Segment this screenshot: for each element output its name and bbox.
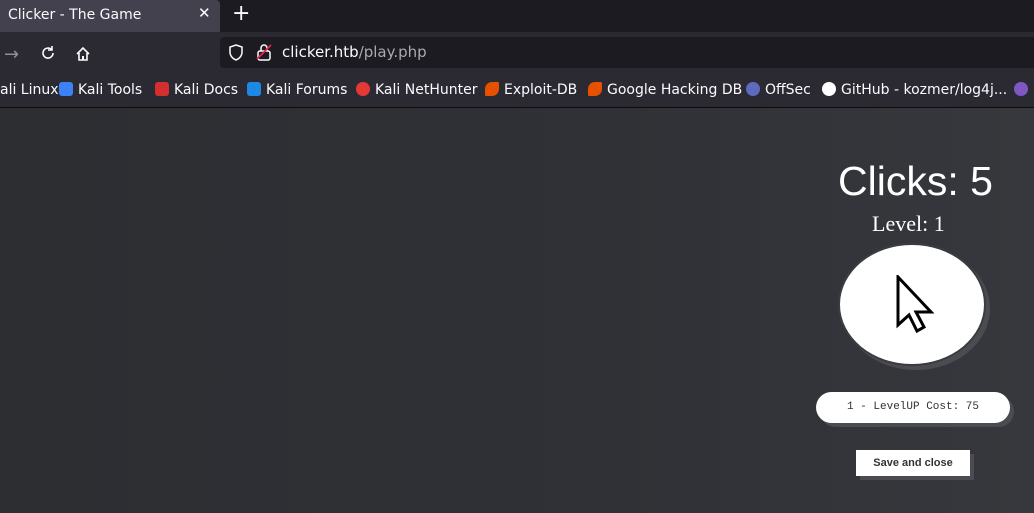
level-display: Level: 1	[872, 211, 945, 236]
bookmark-overflow-icon[interactable]	[1014, 81, 1033, 99]
bookmark-label: OffSec	[765, 82, 811, 98]
bookmark-github[interactable]: GitHub - kozmer/log4j...	[822, 81, 1007, 99]
levelup-button[interactable]: 1 - LevelUP Cost: 75	[816, 392, 1010, 423]
bookmark-label: Google Hacking DB	[607, 82, 743, 98]
bookmark-offsec[interactable]: OffSec	[746, 81, 811, 99]
bookmark-label: Kali Forums	[266, 82, 348, 98]
bookmark-google-hacking-db[interactable]: Google Hacking DB	[588, 81, 742, 99]
home-icon[interactable]	[75, 46, 91, 67]
shield-icon[interactable]	[228, 44, 244, 65]
bookmark-label: Kali Docs	[174, 82, 239, 98]
tab-active[interactable]: Clicker - The Game ✕	[0, 0, 220, 32]
bookmark-label: Kali Tools	[78, 82, 143, 98]
google-hacking-db-icon	[588, 82, 602, 96]
bookmark-kali-docs[interactable]: Kali Docs	[155, 81, 238, 99]
kali-forums-icon	[247, 82, 261, 96]
save-and-close-button[interactable]: Save and close	[856, 450, 970, 476]
kali-tools-icon	[59, 82, 73, 96]
clicks-counter: Clicks: 5	[838, 158, 993, 204]
offsec-icon	[746, 82, 760, 96]
click-button[interactable]	[838, 243, 986, 366]
game-page: Clicks: 5 Level: 1 1 - LevelUP Cost: 75 …	[0, 108, 1034, 513]
forward-icon[interactable]: →	[4, 45, 19, 65]
url-host: clicker.htb	[282, 43, 359, 61]
bookmark-label: ali Linux	[0, 82, 59, 98]
close-icon[interactable]: ✕	[198, 4, 211, 22]
tab-bar: Clicker - The Game ✕ +	[0, 0, 1034, 32]
url-bar[interactable]: clicker.htb/play.php	[220, 37, 1034, 68]
exploit-db-icon	[485, 82, 499, 96]
bookmark-kali-linux[interactable]: ali Linux	[0, 81, 59, 99]
new-tab-icon[interactable]: +	[232, 2, 250, 26]
bookmark-kali-forums[interactable]: Kali Forums	[247, 81, 347, 99]
tab-title: Clicker - The Game	[8, 7, 142, 23]
kali-docs-icon	[155, 82, 169, 96]
reload-icon[interactable]	[40, 45, 56, 66]
kali-dragon-icon	[1014, 82, 1028, 96]
url-text[interactable]: clicker.htb/play.php	[282, 43, 427, 61]
insecure-lock-icon[interactable]	[256, 43, 272, 65]
bookmark-kali-tools[interactable]: Kali Tools	[59, 81, 142, 99]
url-path: /play.php	[358, 43, 427, 61]
bookmark-exploit-db[interactable]: Exploit-DB	[485, 81, 577, 99]
bookmarks-toolbar: ali Linux Kali Tools Kali Docs Kali Foru…	[0, 72, 1034, 108]
bookmark-kali-nethunter[interactable]: Kali NetHunter	[356, 81, 477, 99]
bookmark-label: Exploit-DB	[504, 82, 578, 98]
navigation-toolbar: → clicker.htb/play.php	[0, 32, 1034, 72]
bookmark-label: Kali NetHunter	[375, 82, 478, 98]
github-icon	[822, 82, 836, 96]
kali-nethunter-icon	[356, 82, 370, 96]
cursor-icon	[896, 275, 935, 334]
bookmark-label: GitHub - kozmer/log4j...	[841, 82, 1008, 98]
